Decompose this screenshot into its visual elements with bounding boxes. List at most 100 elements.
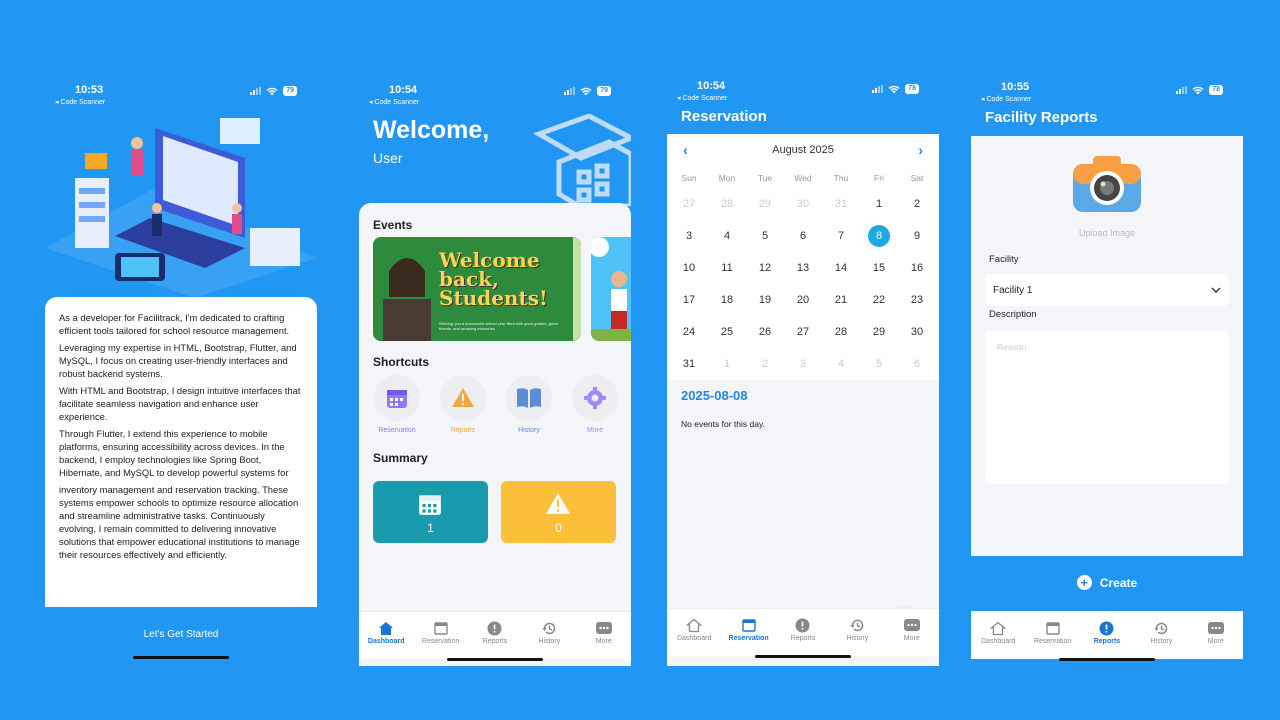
- weekday-label: Mon: [718, 173, 736, 183]
- back-to-app-link[interactable]: ◂ Code Scanner: [369, 98, 419, 106]
- calendar-day[interactable]: 7: [822, 220, 860, 252]
- tab-reports[interactable]: Reports: [1082, 620, 1132, 659]
- calendar-day[interactable]: 20: [784, 284, 822, 316]
- calendar-day[interactable]: 19: [746, 284, 784, 316]
- calendar-day[interactable]: 11: [708, 252, 746, 284]
- description-label: Description: [989, 309, 1037, 320]
- calendar-day[interactable]: 17: [670, 284, 708, 316]
- tab-reports[interactable]: Reports: [778, 617, 828, 656]
- calendar-month: August 2025: [772, 144, 834, 156]
- developer-illustration: [45, 118, 317, 298]
- selected-date: 2025-08-08: [681, 388, 748, 403]
- weekday-label: Fri: [874, 173, 884, 183]
- back-to-app-link[interactable]: ◂ Code Scanner: [55, 98, 105, 106]
- calendar-day: 1: [723, 358, 731, 370]
- calendar-day: 2: [761, 358, 769, 370]
- wifi-icon: [580, 87, 592, 95]
- calendar-day: 6: [913, 358, 921, 370]
- weekday-label: Sat: [910, 173, 924, 183]
- tab-reservation[interactable]: Reservation: [1028, 620, 1078, 659]
- calendar-day[interactable]: 5: [746, 220, 784, 252]
- calendar-day[interactable]: 18: [708, 284, 746, 316]
- banner-caption: Wishing you a successful school year fil…: [439, 321, 558, 331]
- about-card: As a developer for Facilitrack, I'm dedi…: [45, 297, 317, 607]
- calendar-day[interactable]: 27: [784, 316, 822, 348]
- building-outline-decoration: [533, 114, 631, 206]
- tab-dashboard[interactable]: Dashboard: [973, 620, 1023, 659]
- bottom-tab-bar: Dashboard Reservation Reports History Mo…: [359, 611, 631, 659]
- calendar-day[interactable]: 23: [898, 284, 936, 316]
- tab-dashboard[interactable]: Dashboard: [361, 620, 411, 659]
- alert-icon: [487, 621, 502, 635]
- camera-icon[interactable]: [1071, 154, 1143, 216]
- shortcut-more[interactable]: More: [569, 375, 621, 434]
- calendar-day[interactable]: 3: [670, 220, 708, 252]
- shortcut-reservation[interactable]: Reservation: [371, 375, 423, 434]
- wifi-icon: [888, 85, 900, 93]
- calendar-day[interactable]: 25: [708, 316, 746, 348]
- calendar-icon: [741, 619, 756, 632]
- calendar-day: 3: [799, 358, 807, 370]
- tab-reports[interactable]: Reports: [470, 620, 520, 659]
- calendar-day[interactable]: 13: [784, 252, 822, 284]
- gear-icon: [584, 387, 606, 409]
- calendar-day[interactable]: 1: [860, 188, 898, 220]
- tab-more[interactable]: More: [579, 620, 629, 659]
- get-started-button[interactable]: Let's Get Started: [45, 629, 317, 640]
- summary-card-reports[interactable]: 0: [501, 481, 616, 543]
- calendar-day[interactable]: 28: [822, 316, 860, 348]
- tab-more[interactable]: More: [1191, 620, 1241, 659]
- tab-reservation[interactable]: Reservation: [724, 617, 774, 656]
- alert-icon: [795, 618, 810, 632]
- status-time: 10:54: [697, 80, 726, 92]
- facility-select[interactable]: Facility 1: [985, 274, 1229, 306]
- more-icon: [903, 619, 920, 631]
- create-button[interactable]: + Create: [971, 575, 1243, 590]
- shortcut-history[interactable]: History: [503, 375, 555, 434]
- status-bar: 10:54 ◂ Code Scanner 79: [359, 78, 631, 114]
- chevron-right-icon[interactable]: ›: [918, 142, 923, 158]
- calendar-day[interactable]: 6: [784, 220, 822, 252]
- tab-more[interactable]: More: [887, 617, 937, 656]
- upload-image-label[interactable]: Upload Image: [971, 228, 1243, 238]
- back-to-app-link[interactable]: ◂ Code Scanner: [981, 95, 1031, 103]
- calendar-day[interactable]: 16: [898, 252, 936, 284]
- shortcut-reports[interactable]: Reports: [437, 375, 489, 434]
- tab-history[interactable]: History: [524, 620, 574, 659]
- summary-card-reservations[interactable]: 1: [373, 481, 488, 543]
- calendar-day[interactable]: 10: [670, 252, 708, 284]
- event-banner-second[interactable]: [591, 237, 631, 341]
- calendar-day: 31: [834, 198, 848, 210]
- calendar-day[interactable]: 24: [670, 316, 708, 348]
- calendar-day[interactable]: 30: [898, 316, 936, 348]
- calendar-icon: [1045, 622, 1060, 635]
- status-time: 10:53: [75, 84, 104, 96]
- weekday-label: Wed: [794, 173, 812, 183]
- shortcut-label: History: [518, 427, 540, 434]
- tab-history[interactable]: History: [832, 617, 882, 656]
- calendar-day[interactable]: 31: [670, 348, 708, 380]
- calendar-day[interactable]: 26: [746, 316, 784, 348]
- calendar-day[interactable]: 12: [746, 252, 784, 284]
- calendar-day[interactable]: 29: [860, 316, 898, 348]
- event-banner-welcome[interactable]: Welcome back, Students! Wishing you a su…: [373, 237, 581, 341]
- student-illustration: [591, 237, 631, 341]
- home-icon: [990, 621, 1007, 635]
- calendar-day[interactable]: 15: [860, 252, 898, 284]
- tab-reservation[interactable]: Reservation: [416, 620, 466, 659]
- warning-icon: [452, 388, 474, 407]
- history-icon: [542, 622, 556, 634]
- calendar-day[interactable]: 2: [898, 188, 936, 220]
- tab-dashboard[interactable]: Dashboard: [669, 617, 719, 656]
- calendar-day[interactable]: 14: [822, 252, 860, 284]
- calendar-day[interactable]: 9: [898, 220, 936, 252]
- calendar-day[interactable]: 22: [860, 284, 898, 316]
- calendar-day-selected[interactable]: 8: [860, 220, 898, 252]
- calendar-day[interactable]: 21: [822, 284, 860, 316]
- description-textarea[interactable]: Reason: [985, 330, 1229, 484]
- tab-history[interactable]: History: [1136, 620, 1186, 659]
- status-time: 10:55: [1001, 81, 1030, 93]
- calendar-day[interactable]: 4: [708, 220, 746, 252]
- weekday-label: Thu: [833, 173, 849, 183]
- back-to-app-link[interactable]: ◂ Code Scanner: [677, 94, 727, 102]
